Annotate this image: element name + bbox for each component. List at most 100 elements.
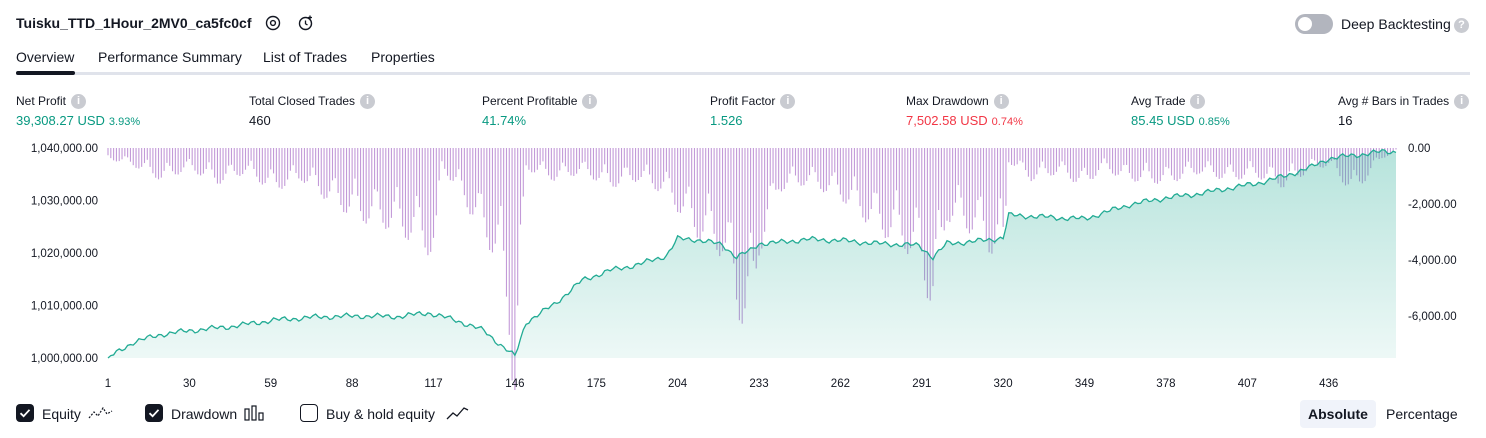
drawdown-bar	[1165, 148, 1167, 167]
help-icon[interactable]: ?	[1454, 18, 1469, 33]
equity-drawdown-chart[interactable]: 1,040,000.00 1,030,000.00 1,020,000.00 1,01…	[0, 140, 1486, 390]
drawdown-bar	[1112, 148, 1114, 174]
drawdown-bar	[239, 148, 241, 176]
drawdown-bar	[222, 148, 224, 181]
drawdown-bar	[1050, 148, 1052, 176]
drawdown-bar	[438, 148, 440, 181]
metric-label: Percent Profitable i	[482, 94, 598, 110]
drawdown-bar	[1260, 148, 1262, 180]
drawdown-bar	[138, 148, 140, 169]
drawdown-bar	[663, 148, 665, 182]
right-axis-label: -6,000.00	[1408, 311, 1457, 323]
drawdown-bar	[814, 148, 816, 173]
drawdown-bar	[174, 148, 176, 175]
drawdown-bar	[719, 148, 721, 257]
drawdown-bar	[522, 148, 524, 197]
drawdown-bar	[379, 148, 381, 210]
drawdown-bar	[581, 148, 583, 163]
drawdown-bar	[685, 148, 687, 194]
tab-list-of-trades[interactable]: List of Trades	[263, 49, 347, 65]
drawdown-bar	[1271, 148, 1274, 168]
drawdown-bar	[503, 148, 505, 251]
left-axis-label: 1,010,000.00	[31, 301, 98, 313]
info-icon[interactable]: i	[1190, 94, 1206, 110]
drawdown-bar	[1249, 148, 1251, 162]
drawdown-bar	[374, 148, 376, 190]
drawdown-bar	[1030, 148, 1032, 182]
drawdown-bar	[531, 148, 533, 173]
drawdown-bar	[651, 148, 653, 184]
drawdown-bar	[402, 148, 404, 227]
drawdown-bar	[1047, 148, 1049, 174]
info-icon[interactable]: i	[582, 94, 598, 110]
metric-percent: 0.85%	[1198, 116, 1230, 128]
drawdown-bar	[214, 148, 216, 178]
drawdown-bar	[225, 148, 227, 174]
drawdown-bar	[399, 148, 401, 209]
info-icon[interactable]: i	[1454, 94, 1470, 110]
drawdown-bar	[1016, 148, 1018, 165]
drawdown-bar	[727, 148, 729, 223]
drawdown-bar	[348, 148, 350, 207]
tab-properties[interactable]: Properties	[371, 49, 435, 65]
drawdown-bar	[671, 148, 673, 193]
drawdown-bar	[1044, 148, 1046, 169]
drawdown-bar	[1151, 148, 1153, 179]
drawdown-bar	[828, 148, 830, 186]
drawdown-bar	[654, 148, 656, 190]
drawdown-bar	[275, 148, 277, 183]
add-alert-icon[interactable]	[297, 14, 315, 32]
drawdown-bar	[155, 148, 157, 178]
drawdown-bar	[110, 148, 112, 159]
tab-overview[interactable]: Overview	[16, 49, 74, 65]
drawdown-bar	[317, 148, 320, 187]
drawdown-bar	[587, 148, 589, 170]
drawdown-bar	[216, 148, 218, 184]
percentage-button[interactable]: Percentage	[1378, 400, 1466, 428]
drawdown-bar	[912, 148, 914, 232]
drawdown-bar	[1213, 148, 1215, 172]
drawdown-bar	[609, 148, 611, 183]
equity-checkbox[interactable]	[16, 404, 34, 422]
drawdown-bar	[340, 148, 342, 206]
drawdown-bar	[1095, 148, 1097, 176]
drawdown-bar	[536, 148, 538, 170]
drawdown-bar	[668, 148, 670, 179]
info-icon[interactable]: i	[71, 94, 87, 110]
info-icon[interactable]: i	[993, 94, 1009, 110]
buy-hold-checkbox[interactable]	[300, 404, 318, 422]
drawdown-bar	[803, 148, 805, 186]
x-axis-label: 1	[105, 378, 111, 390]
drawdown-checkbox[interactable]	[145, 404, 163, 422]
drawdown-bar	[345, 148, 348, 213]
drawdown-bar	[988, 148, 990, 253]
drawdown-bar	[626, 148, 628, 168]
drawdown-bar	[674, 148, 676, 205]
drawdown-bar	[1148, 148, 1150, 172]
drawdown-bar	[646, 148, 648, 165]
drawdown-bar	[129, 148, 131, 162]
drawdown-bar	[228, 148, 230, 166]
metric-label: Avg Trade i	[1131, 94, 1206, 110]
drawdown-bar	[696, 148, 698, 238]
metric-label-text: Percent Profitable	[482, 94, 578, 108]
info-icon[interactable]: i	[780, 94, 796, 110]
drawdown-bar	[895, 148, 898, 191]
drawdown-bar	[186, 148, 188, 162]
settings-icon[interactable]	[264, 14, 282, 32]
drawdown-bar	[284, 148, 286, 186]
drawdown-bar	[146, 148, 148, 160]
info-icon[interactable]: i	[360, 94, 376, 110]
drawdown-bar	[733, 148, 735, 264]
drawdown-bar	[907, 148, 909, 255]
deep-backtesting-toggle[interactable]	[1295, 14, 1333, 34]
drawdown-bar	[1140, 148, 1142, 178]
drawdown-bar	[390, 148, 392, 218]
drawdown-bar	[595, 148, 597, 181]
drawdown-bar	[643, 148, 645, 171]
drawdown-bar	[1187, 148, 1189, 162]
tab-performance-summary[interactable]: Performance Summary	[98, 49, 242, 65]
drawdown-bar	[455, 148, 457, 178]
absolute-button[interactable]: Absolute	[1300, 400, 1376, 428]
drawdown-bar	[1176, 148, 1178, 182]
